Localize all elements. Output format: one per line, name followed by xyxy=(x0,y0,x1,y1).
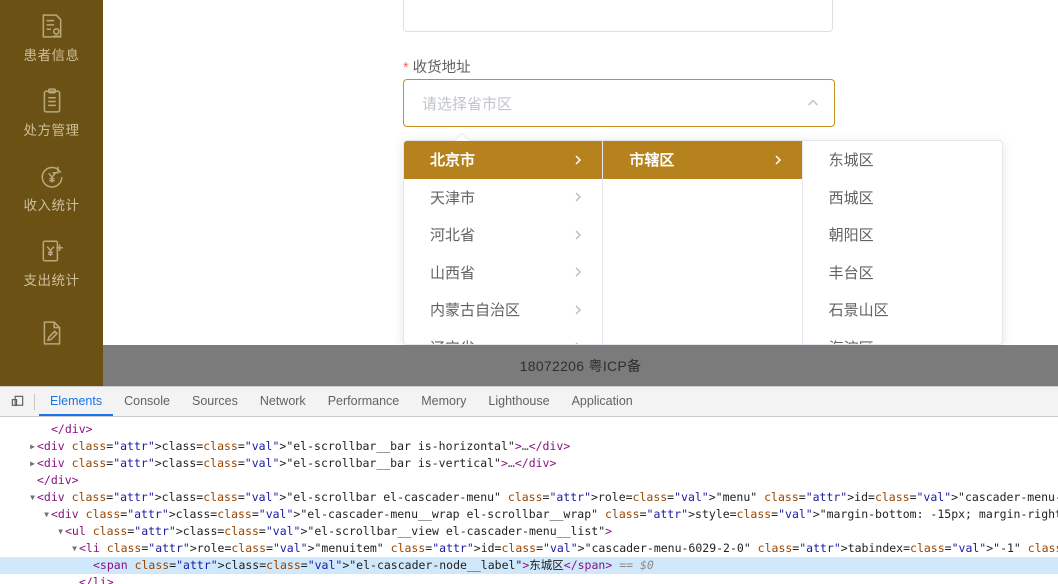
expand-triangle-icon[interactable]: ▼ xyxy=(56,523,65,540)
tab-elements[interactable]: Elements xyxy=(39,387,114,416)
cascader-node-province-3[interactable]: 山西省 xyxy=(404,254,602,292)
address-label-text: 收货地址 xyxy=(412,60,471,76)
cascader-node-label: 市辖区 xyxy=(629,152,675,170)
page-footer: 18072206 粤ICP备 xyxy=(103,345,1058,386)
tab-application[interactable]: Application xyxy=(561,387,644,416)
sidebar-item-label: 患者信息 xyxy=(23,47,80,63)
cascader-placeholder: 请选择省市区 xyxy=(422,95,513,113)
app-root: 患者信息 处方管理 收入统计 支出统计 * 收货地址 请选择省市区 北京市 天津… xyxy=(0,0,1058,584)
cascader-node-label: 河北省 xyxy=(430,227,476,245)
expand-triangle-icon[interactable]: ▼ xyxy=(70,540,79,557)
dom-tree-line[interactable]: </div> xyxy=(0,472,1058,489)
browser-viewport: 患者信息 处方管理 收入统计 支出统计 * 收货地址 请选择省市区 北京市 天津… xyxy=(0,0,1058,386)
cascader-node-district-1[interactable]: 西城区 xyxy=(803,179,1002,217)
expand-triangle-icon[interactable]: ▶ xyxy=(28,438,37,455)
patient-record-icon xyxy=(39,13,65,39)
cascader-node-label: 内蒙古自治区 xyxy=(430,302,521,320)
chevron-right-icon xyxy=(572,266,584,278)
sidebar-nav: 患者信息 处方管理 收入统计 支出统计 xyxy=(0,0,103,386)
chevron-right-icon xyxy=(572,229,584,241)
cascader-node-label: 西城区 xyxy=(828,189,874,207)
cascader-node-label: 朝阳区 xyxy=(828,227,874,245)
sidebar-item-expense-stats[interactable]: 支出统计 xyxy=(0,225,103,300)
sidebar-item-label: 处方管理 xyxy=(23,122,80,138)
dom-tree-line[interactable]: </li> xyxy=(0,574,1058,584)
cascader-node-label: 丰台区 xyxy=(828,264,874,282)
tab-memory[interactable]: Memory xyxy=(410,387,477,416)
devtools-tabbar: Elements Console Sources Network Perform… xyxy=(0,387,1058,417)
chevron-right-icon xyxy=(572,154,584,166)
cascader-node-district-2[interactable]: 朝阳区 xyxy=(803,216,1002,254)
required-asterisk: * xyxy=(403,60,409,76)
cascader-dropdown: 北京市 天津市 河北省 山西省 内蒙古自治区 市辖区 东城区 西城区 朝阳区 丰… xyxy=(403,140,1003,345)
cascader-node-label: 辽宁省 xyxy=(430,337,572,344)
cascader-node-label: 北京市 xyxy=(430,152,476,170)
cascader-node-province-5[interactable]: 辽宁省 xyxy=(404,329,602,344)
chevron-up-icon[interactable] xyxy=(806,96,820,110)
cascader-node-district-5[interactable]: 海淀区 xyxy=(803,329,1002,344)
elements-dom-tree[interactable]: </div> ▶ <div class="attr">class=class="va… xyxy=(0,417,1058,584)
cascader-node-district-0[interactable]: 东城区 xyxy=(803,141,1002,179)
cascader-menu-district: 东城区 西城区 朝阳区 丰台区 石景山区 海淀区 xyxy=(803,141,1002,344)
address-field-label: * 收货地址 xyxy=(403,56,471,77)
sidebar-item-income-stats[interactable]: 收入统计 xyxy=(0,150,103,225)
dom-tree-line[interactable]: ▼ <div class="attr">class=class="val">"el… xyxy=(0,506,1058,523)
chevron-right-icon xyxy=(772,154,784,166)
device-toolbar-icon[interactable] xyxy=(0,387,34,416)
cascader-node-province-4[interactable]: 内蒙古自治区 xyxy=(404,291,602,329)
cascader-menu-city: 市辖区 xyxy=(603,141,803,344)
address-cascader-input[interactable]: 请选择省市区 xyxy=(403,79,835,127)
sidebar-item-prescription[interactable]: 处方管理 xyxy=(0,75,103,150)
cascader-node-label: 石景山区 xyxy=(828,302,889,320)
document-edit-icon xyxy=(39,320,65,346)
dom-tree-line[interactable]: ▼ <ul class="attr">class=class="val">"el-… xyxy=(0,523,1058,540)
cascader-node-label: 天津市 xyxy=(430,189,476,207)
dom-tree-line[interactable]: <span class="attr">class=class="val">"el… xyxy=(0,557,1058,574)
cascader-node-label: 海淀区 xyxy=(829,337,984,344)
cascader-node-province-1[interactable]: 天津市 xyxy=(404,179,602,217)
chevron-right-icon xyxy=(572,341,584,344)
expand-triangle-icon[interactable]: ▼ xyxy=(42,506,51,523)
income-yen-circle-icon xyxy=(39,163,65,189)
expand-triangle-icon[interactable]: ▶ xyxy=(28,455,37,472)
dom-tree-line[interactable]: ▶ <div class="attr">class=class="val">"el… xyxy=(0,455,1058,472)
cascader-node-district-4[interactable]: 石景山区 xyxy=(803,291,1002,329)
dom-tree-line[interactable]: ▶ <div class="attr">class=class="val">"el… xyxy=(0,438,1058,455)
expand-triangle-icon[interactable]: ▼ xyxy=(28,489,37,506)
cascader-node-province-2[interactable]: 河北省 xyxy=(404,216,602,254)
cascader-node-city-0[interactable]: 市辖区 xyxy=(603,141,802,179)
chevron-right-icon xyxy=(572,191,584,203)
tab-sources[interactable]: Sources xyxy=(181,387,249,416)
dom-tree-line[interactable]: ▼ <li class="attr">role=class="val">"menu… xyxy=(0,540,1058,557)
cascader-menu-province: 北京市 天津市 河北省 山西省 内蒙古自治区 xyxy=(404,141,604,344)
tab-performance[interactable]: Performance xyxy=(317,387,411,416)
expense-yen-page-icon xyxy=(39,238,65,264)
icp-record-text: 18072206 粤ICP备 xyxy=(519,357,642,374)
sidebar-item-label: 支出统计 xyxy=(23,272,80,288)
chevron-right-icon xyxy=(572,304,584,316)
sidebar-item-patient-info[interactable]: 患者信息 xyxy=(0,0,103,75)
cascader-node-province-0[interactable]: 北京市 xyxy=(404,141,603,179)
dom-tree-line[interactable]: </div> xyxy=(0,421,1058,438)
cascader-node-label: 东城区 xyxy=(828,152,874,170)
cascader-popper-arrow xyxy=(455,133,469,141)
tab-lighthouse[interactable]: Lighthouse xyxy=(477,387,560,416)
cascader-node-label: 山西省 xyxy=(430,264,476,282)
remark-textarea[interactable] xyxy=(403,0,833,32)
clipboard-icon xyxy=(39,87,65,114)
dom-tree-line[interactable]: ▼ <div class="attr">class=class="val">"el… xyxy=(0,489,1058,506)
cascader-node-district-3[interactable]: 丰台区 xyxy=(803,254,1002,292)
devtools-panel: Elements Console Sources Network Perform… xyxy=(0,386,1058,584)
tab-console[interactable]: Console xyxy=(113,387,181,416)
tab-network[interactable]: Network xyxy=(249,387,317,416)
toolbar-divider xyxy=(34,393,35,410)
sidebar-item-document-edit[interactable] xyxy=(0,300,103,375)
sidebar-item-label: 收入统计 xyxy=(23,197,80,213)
